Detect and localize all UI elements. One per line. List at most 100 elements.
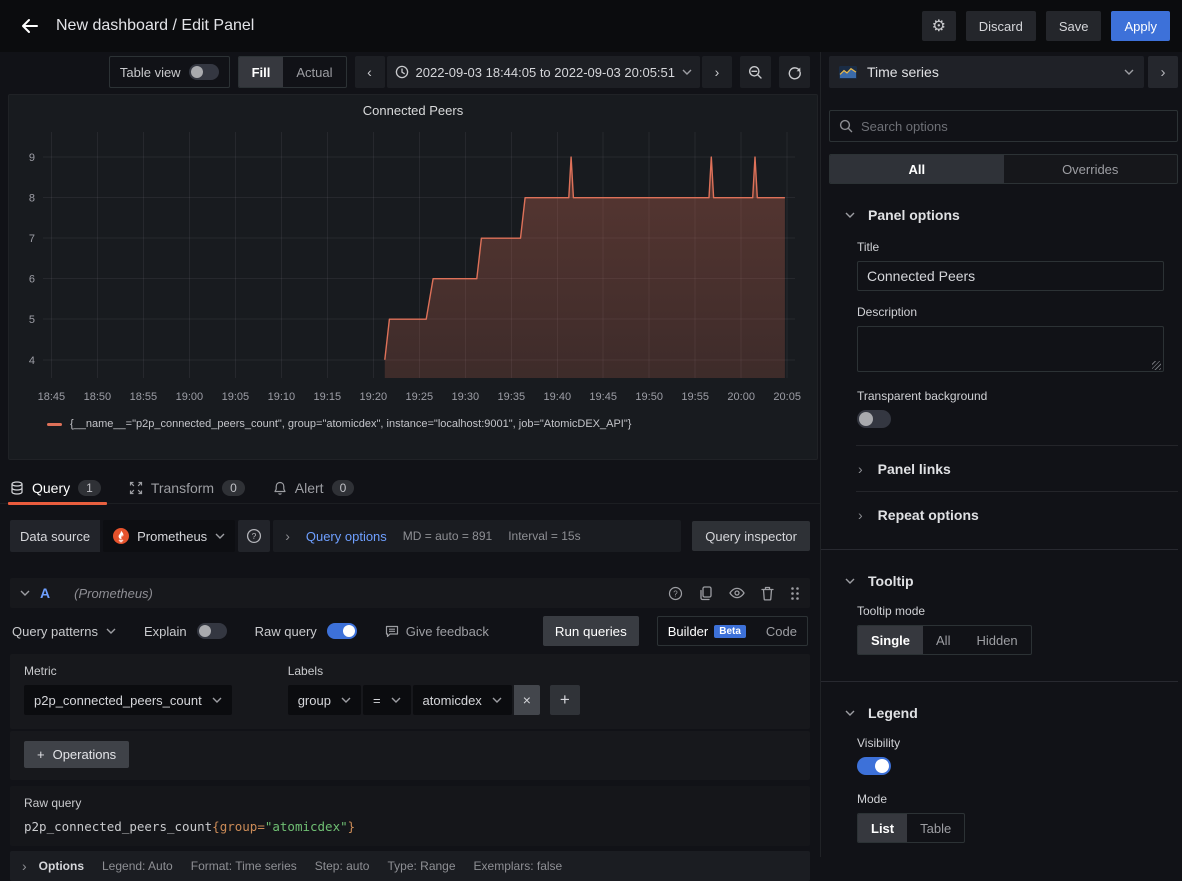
- tab-transform[interactable]: Transform 0: [129, 472, 245, 504]
- query-options-bar[interactable]: › Query options MD = auto = 891 Interval…: [273, 520, 681, 552]
- datasource-name: Prometheus: [137, 529, 207, 544]
- database-icon: [10, 481, 24, 495]
- repeat-options-section[interactable]: › Repeat options: [856, 491, 1178, 537]
- run-queries-button[interactable]: Run queries: [543, 616, 639, 646]
- tooltip-mode-all[interactable]: All: [923, 626, 963, 654]
- chevron-down-icon: [682, 69, 692, 75]
- label-value-select[interactable]: atomicdex: [413, 685, 512, 715]
- transparent-background-label: Transparent background: [857, 389, 1164, 403]
- metric-field-label: Metric: [24, 664, 232, 678]
- search-icon: [839, 119, 853, 133]
- query-inspector-button[interactable]: Query inspector: [692, 521, 810, 551]
- legend-mode-list[interactable]: List: [858, 814, 907, 842]
- tab-alert[interactable]: Alert 0: [273, 472, 354, 504]
- legend-mode-table[interactable]: Table: [907, 814, 964, 842]
- editor-tabs: Query 1 Transform 0 Alert 0: [0, 472, 820, 504]
- query-options-footer[interactable]: › Options Legend: Auto Format: Time seri…: [10, 851, 810, 881]
- discard-button[interactable]: Discard: [966, 11, 1036, 41]
- panel-options-header[interactable]: Panel options: [821, 192, 1178, 238]
- back-button[interactable]: [12, 8, 48, 44]
- code-option[interactable]: Code: [756, 617, 807, 645]
- help-icon[interactable]: ?: [668, 586, 683, 601]
- datasource-help-button[interactable]: ?: [238, 520, 270, 552]
- duplicate-icon[interactable]: [699, 586, 713, 601]
- time-shift-forward-button[interactable]: ›: [702, 56, 732, 88]
- svg-text:19:45: 19:45: [589, 391, 617, 403]
- panel-settings-button[interactable]: ⚙: [922, 11, 956, 41]
- metric-select[interactable]: p2p_connected_peers_count: [24, 685, 232, 715]
- panel-options-fields: Title Description Transparent background: [821, 240, 1178, 445]
- zoom-out-button[interactable]: [740, 56, 771, 88]
- add-label-button[interactable]: +: [550, 685, 580, 715]
- legend-section-header[interactable]: Legend: [821, 690, 1178, 736]
- query-header[interactable]: A (Prometheus) ?: [10, 578, 810, 608]
- hide-response-eye-icon[interactable]: [729, 587, 745, 599]
- datasource-picker[interactable]: Prometheus: [103, 520, 235, 552]
- give-feedback-label: Give feedback: [406, 624, 489, 639]
- query-options-link[interactable]: Query options: [306, 529, 387, 544]
- raw-metric: p2p_connected_peers_count: [24, 819, 212, 834]
- svg-text:19:00: 19:00: [176, 391, 204, 403]
- svg-text:19:35: 19:35: [498, 391, 526, 403]
- collapse-options-button[interactable]: ›: [1148, 56, 1178, 88]
- panel-description-textarea[interactable]: [857, 326, 1164, 372]
- legend-series-swatch: [47, 423, 62, 426]
- label-operator-select[interactable]: =: [363, 685, 411, 715]
- table-view-toggle[interactable]: [189, 64, 219, 80]
- tooltip-mode-segmented: Single All Hidden: [857, 625, 1032, 655]
- actual-option[interactable]: Actual: [283, 57, 345, 87]
- timeseries-plot[interactable]: 45678918:4518:5018:5519:0019:0519:1019:1…: [9, 118, 819, 416]
- svg-text:18:55: 18:55: [130, 391, 158, 403]
- comment-icon: [385, 625, 399, 638]
- table-view-control: Table view: [109, 56, 230, 88]
- svg-text:19:30: 19:30: [452, 391, 480, 403]
- panel-title-input[interactable]: [857, 261, 1164, 291]
- time-shift-back-button[interactable]: ‹: [355, 56, 385, 88]
- raw-query-toggle[interactable]: [327, 623, 357, 639]
- chevron-right-icon: ›: [285, 528, 290, 544]
- arrow-left-icon: [20, 16, 40, 36]
- search-options-input[interactable]: [861, 119, 1168, 134]
- tab-query-count: 1: [78, 480, 101, 496]
- add-operations-button[interactable]: + Operations: [24, 741, 129, 768]
- repeat-options-label: Repeat options: [878, 507, 979, 523]
- builder-option[interactable]: Builder Beta: [658, 617, 756, 645]
- overrides-tab[interactable]: Overrides: [1004, 155, 1178, 183]
- fill-actual-segmented: Fill Actual: [238, 56, 347, 88]
- title-field-label: Title: [857, 240, 1164, 254]
- tab-query[interactable]: Query 1: [10, 472, 101, 504]
- time-range-picker[interactable]: 2022-09-03 18:44:05 to 2022-09-03 20:05:…: [387, 56, 701, 88]
- timeseries-viz-icon: [839, 66, 857, 79]
- refresh-button[interactable]: [779, 56, 810, 88]
- tooltip-mode-label: Tooltip mode: [857, 604, 1164, 618]
- fill-option[interactable]: Fill: [239, 57, 284, 87]
- time-controls: ‹ 2022-09-03 18:44:05 to 2022-09-03 20:0…: [355, 56, 733, 88]
- max-data-points-value: MD = auto = 891: [403, 529, 492, 543]
- tooltip-mode-single[interactable]: Single: [858, 626, 923, 654]
- chevron-left-icon: ‹: [367, 64, 372, 80]
- chevron-right-icon: ›: [858, 507, 863, 523]
- label-value-value: atomicdex: [423, 693, 482, 708]
- legend-visibility-toggle[interactable]: [857, 757, 891, 775]
- give-feedback-link[interactable]: Give feedback: [385, 624, 489, 639]
- datasource-row: Data source Prometheus ? › Query options…: [10, 520, 810, 552]
- remove-label-button[interactable]: ×: [514, 685, 540, 715]
- label-name-select[interactable]: group: [288, 685, 361, 715]
- legend-item[interactable]: {__name__="p2p_connected_peers_count", g…: [47, 418, 817, 430]
- trash-icon[interactable]: [761, 586, 774, 601]
- chart-title: Connected Peers: [9, 103, 817, 118]
- apply-button[interactable]: Apply: [1111, 11, 1170, 41]
- visualization-picker[interactable]: Time series: [829, 56, 1144, 88]
- all-tab[interactable]: All: [830, 155, 1004, 183]
- explain-toggle[interactable]: [197, 623, 227, 639]
- options-sidebar: Time series › All Overrides Panel option…: [820, 52, 1182, 857]
- panel-links-section[interactable]: › Panel links: [856, 445, 1178, 491]
- save-button[interactable]: Save: [1046, 11, 1102, 41]
- query-patterns-dropdown[interactable]: Query patterns: [12, 624, 116, 639]
- tooltip-section-header[interactable]: Tooltip: [821, 558, 1178, 604]
- tooltip-mode-hidden[interactable]: Hidden: [963, 626, 1030, 654]
- svg-text:19:50: 19:50: [635, 391, 663, 403]
- transparent-background-toggle[interactable]: [857, 410, 891, 428]
- svg-text:9: 9: [29, 152, 35, 164]
- drag-handle-icon[interactable]: [790, 586, 800, 601]
